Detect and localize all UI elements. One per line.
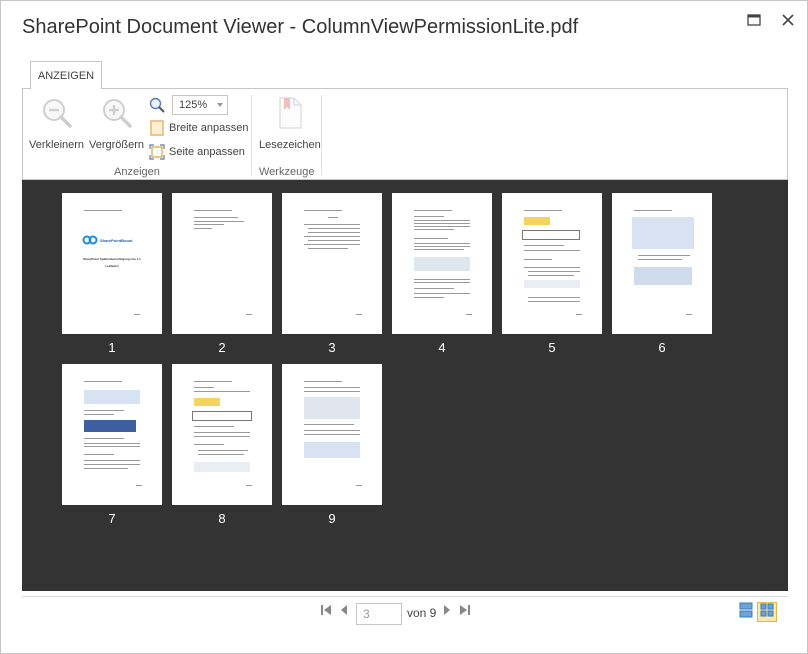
- page-thumbnail-4[interactable]: 4: [392, 193, 492, 355]
- next-page-button[interactable]: [440, 605, 454, 619]
- footer-divider: [22, 596, 788, 597]
- current-page-input[interactable]: 3: [356, 603, 402, 625]
- page-preview: [502, 193, 602, 334]
- last-page-button[interactable]: [458, 605, 472, 619]
- maximize-icon: [747, 13, 761, 31]
- page-preview: [62, 364, 162, 505]
- maximize-button[interactable]: [743, 11, 765, 33]
- page-number: 3: [328, 340, 336, 355]
- fit-width-label: Breite anpassen: [169, 122, 249, 134]
- bookmark-button[interactable]: Lesezeichen: [259, 97, 321, 151]
- fit-page-label: Seite anpassen: [169, 146, 245, 158]
- last-page-icon: [459, 603, 471, 621]
- first-page-button[interactable]: [319, 605, 333, 619]
- fit-page-button[interactable]: Seite anpassen: [149, 144, 245, 160]
- zoom-in-icon: [101, 97, 133, 134]
- page-thumbnail-3[interactable]: 3: [282, 193, 382, 355]
- zoom-in-label: Vergrößern: [89, 139, 145, 151]
- single-page-view-button[interactable]: [736, 602, 756, 622]
- page-count-label: von 9: [407, 606, 437, 620]
- thumbnail-grid-icon: [760, 603, 774, 622]
- page-number: 1: [108, 340, 116, 355]
- group-label-tools: Werkzeuge: [259, 166, 315, 178]
- cover-title: SharePoint Spaltenberechtigung Lite 1.1: [83, 257, 141, 261]
- group-separator: [251, 95, 252, 175]
- magnifier-icon: [149, 97, 165, 113]
- logo-icon: [82, 235, 98, 245]
- close-icon: [782, 13, 794, 31]
- ribbon: Verkleinern Vergrößern 125% Breite anpas…: [22, 88, 788, 180]
- chevron-down-icon: [217, 103, 223, 107]
- page-preview: [612, 193, 712, 334]
- bookmark-label: Lesezeichen: [259, 139, 321, 151]
- page-thumbnail-2[interactable]: 2: [172, 193, 272, 355]
- group-label-view: Anzeigen: [114, 166, 160, 178]
- page-preview: [392, 193, 492, 334]
- page-preview: [172, 193, 272, 334]
- zoom-out-icon: [41, 97, 73, 134]
- page-number: 8: [218, 511, 226, 526]
- page-number: 2: [218, 340, 226, 355]
- zoom-level-value: 125%: [179, 99, 208, 111]
- page-number: 7: [108, 511, 116, 526]
- page-number: 9: [328, 511, 336, 526]
- page-number: 5: [548, 340, 556, 355]
- page-thumbnail-5[interactable]: 5: [502, 193, 602, 355]
- group-separator: [321, 95, 322, 175]
- page-number: 6: [658, 340, 666, 355]
- previous-page-button[interactable]: [337, 605, 351, 619]
- first-page-icon: [320, 603, 332, 621]
- page-thumbnail-7[interactable]: 7: [62, 364, 162, 526]
- bookmark-icon: [277, 97, 303, 134]
- page-preview: [282, 364, 382, 505]
- close-button[interactable]: [777, 11, 799, 33]
- tab-anzeigen[interactable]: ANZEIGEN: [30, 61, 102, 89]
- page-preview: SharePointBoost SharePoint Spaltenberech…: [62, 193, 162, 334]
- page-thumbnail-6[interactable]: 6: [612, 193, 712, 355]
- page-number: 4: [438, 340, 446, 355]
- document-viewer-dialog: SharePoint Document Viewer - ColumnViewP…: [0, 0, 808, 654]
- page-preview: [282, 193, 382, 334]
- zoom-out-button[interactable]: Verkleinern: [29, 97, 84, 151]
- fit-width-icon: [149, 120, 165, 136]
- next-page-icon: [442, 603, 452, 621]
- thumbnail-viewer[interactable]: SharePointBoost SharePoint Spaltenberech…: [22, 180, 788, 591]
- window-title: SharePoint Document Viewer - ColumnViewP…: [22, 16, 579, 38]
- page-thumbnail-8[interactable]: 8: [172, 364, 272, 526]
- page-preview: [172, 364, 272, 505]
- previous-page-icon: [339, 603, 349, 621]
- page-thumbnail-1[interactable]: SharePointBoost SharePoint Spaltenberech…: [62, 193, 162, 355]
- fit-width-button[interactable]: Breite anpassen: [149, 120, 249, 136]
- zoom-out-label: Verkleinern: [29, 139, 85, 151]
- single-page-view-icon: [739, 602, 753, 623]
- page-thumbnail-9[interactable]: 9: [282, 364, 382, 526]
- zoom-level-select[interactable]: 125%: [172, 95, 228, 115]
- cover-subtitle: Leitfaden: [105, 264, 119, 268]
- fit-page-icon: [149, 144, 165, 160]
- cover-logo: SharePointBoost: [82, 233, 144, 247]
- zoom-icon-button: [149, 97, 169, 113]
- logo-text: SharePointBoost: [100, 237, 133, 243]
- zoom-in-button[interactable]: Vergrößern: [89, 97, 144, 151]
- thumbnail-view-button[interactable]: [757, 602, 777, 622]
